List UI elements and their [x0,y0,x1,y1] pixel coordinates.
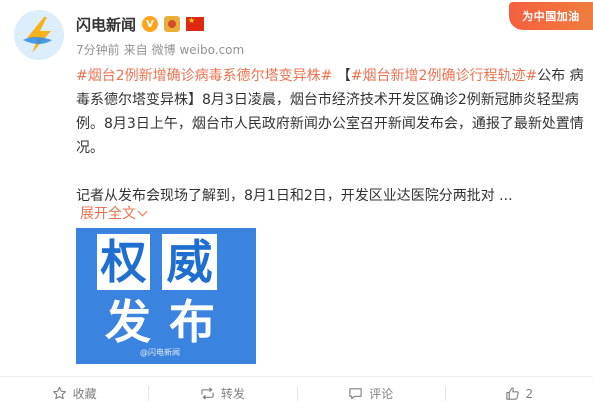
expand-button[interactable]: 展开全文 [80,203,148,223]
username[interactable]: 闪电新闻 [76,14,136,35]
campaign-badge: 为中国加油 [509,2,593,30]
user-line: 闪电新闻 V [76,13,205,35]
image-char: 权 [100,235,147,289]
image-char: 发 [105,295,151,349]
post-text: #烟台2例新增确诊病毒系德尔塔变异株# 【#烟台新增2例确诊行程轨迹#公布 病毒… [76,64,584,208]
action-bar: 收藏 转发 评论 2 [0,377,593,410]
favorite-label: 收藏 [72,387,97,401]
hashtag-link[interactable]: #烟台2例新增确诊病毒系德尔塔变异株# [76,68,332,84]
image-char: 威 [166,235,213,289]
comment-button[interactable]: 评论 [296,377,445,410]
flag-icon [186,16,205,31]
repost-label: 转发 [220,387,245,401]
source-prefix: 来自 [123,43,148,57]
post-time[interactable]: 7分钟前 [76,41,120,58]
image-char: 布 [169,295,215,349]
post-image[interactable]: 权 威 发 布 @闪电新闻 [76,228,256,364]
favorite-button[interactable]: 收藏 [0,377,148,410]
paragraph-1: #烟台2例新增确诊病毒系德尔塔变异株# 【#烟台新增2例确诊行程轨迹#公布 病毒… [76,64,584,160]
like-button[interactable]: 2 [444,377,593,410]
lightning-logo-icon [14,10,64,60]
verified-icon: V [142,16,159,32]
chevron-down-icon [137,206,148,216]
repost-icon [201,387,214,400]
image-watermark: @闪电新闻 [140,348,180,357]
comment-icon [349,388,362,400]
repost-button[interactable]: 转发 [148,377,296,410]
paragraph-2: 记者从发布会现场了解到，8月1日和2日，开发区业达医院分两批对 ... [76,188,513,204]
expand-label: 展开全文 [80,206,136,222]
medal-icon[interactable] [164,16,181,32]
like-count: 2 [525,386,534,401]
post-source[interactable]: 微博 weibo.com [152,41,245,58]
avatar[interactable] [14,10,64,60]
star-icon [52,386,66,400]
post-meta: 7分钟前 来自 微博 weibo.com [76,41,244,58]
thumbs-up-icon [505,387,519,400]
hashtag-link[interactable]: #烟台新增2例确诊行程轨迹# [351,68,537,84]
bracket-open: 【 [336,68,351,84]
comment-label: 评论 [369,387,394,401]
